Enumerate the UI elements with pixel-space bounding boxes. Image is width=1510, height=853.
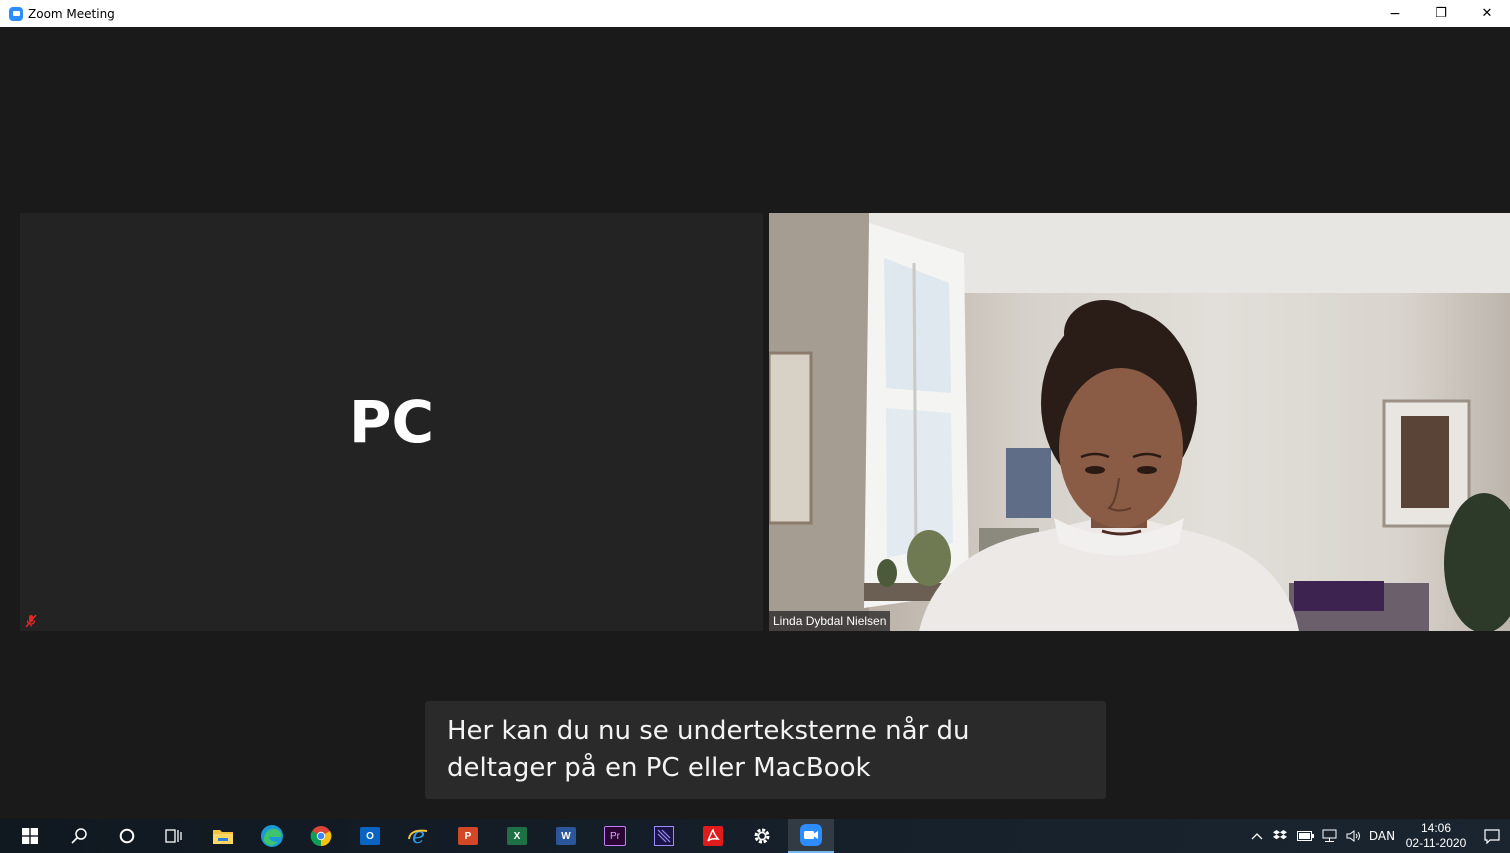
search-button[interactable] [56,819,102,853]
zoom-taskbar-button[interactable] [788,819,834,853]
participant-name-label: Linda Dybdal Nielsen [769,611,891,631]
video-tile-linda[interactable]: Linda Dybdal Nielsen [769,213,1510,631]
closed-caption: Her kan du nu se underteksterne når du d… [425,701,1106,799]
participant-display-name: PC [348,388,435,456]
folder-icon [213,830,233,844]
chrome-icon [310,826,332,847]
volume-icon[interactable] [1344,819,1364,853]
premiere-icon: Pr [604,826,626,846]
chrome-button[interactable] [298,819,344,853]
window-title: Zoom Meeting [28,6,115,21]
start-button[interactable] [7,819,53,853]
zoom-icon [800,824,822,846]
video-tile-pc[interactable]: PC [20,213,763,631]
edge-button[interactable] [249,819,295,853]
outlook-icon: O [360,827,380,845]
clock-time: 14:06 [1420,821,1452,835]
title-bar: Zoom Meeting − ❐ ✕ [0,0,1510,27]
powerpoint-icon: P [458,827,478,845]
file-explorer-button[interactable] [200,819,246,853]
input-language-indicator[interactable]: DAN [1366,819,1398,853]
ie-icon: e [408,825,428,847]
battery-icon[interactable] [1295,819,1315,853]
powerpoint-button[interactable]: P [445,819,491,853]
word-button[interactable]: W [543,819,589,853]
tray-chevron-up-icon[interactable] [1249,819,1265,853]
network-icon[interactable] [1320,819,1340,853]
windows-taskbar: O e P X W Pr DAN 14:06 02-11-2020 [0,819,1510,853]
excel-icon: X [507,827,527,845]
svg-text:e: e [412,825,425,847]
search-icon [71,828,87,844]
internet-explorer-button[interactable]: e [396,819,442,853]
participant-video-feed [769,213,1510,631]
windows-logo-icon [22,828,38,844]
task-view-icon [165,829,182,843]
window-controls: − ❐ ✕ [1372,0,1510,27]
excel-button[interactable]: X [494,819,540,853]
minimize-button[interactable]: − [1372,0,1418,27]
acrobat-button[interactable] [690,819,736,853]
media-encoder-button[interactable] [641,819,687,853]
premiere-button[interactable]: Pr [592,819,638,853]
close-button[interactable]: ✕ [1464,0,1510,27]
edge-icon [261,825,283,847]
outlook-button[interactable]: O [347,819,393,853]
cortana-button[interactable] [104,819,150,853]
media-encoder-icon [654,826,674,846]
meeting-area: PC Linda Dybdal Nielsen Her kan du nu se… [7,27,1510,819]
clock-date: 02-11-2020 [1405,836,1467,850]
restore-button[interactable]: ❐ [1418,0,1464,27]
taskbar-clock[interactable]: 14:06 02-11-2020 [1401,821,1471,851]
mic-muted-icon [25,614,37,628]
circle-icon [119,828,135,844]
settings-button[interactable] [739,819,785,853]
dropbox-icon[interactable] [1271,819,1289,853]
notification-center-icon[interactable] [1478,819,1506,853]
task-view-button[interactable] [151,819,197,853]
word-icon: W [556,827,576,845]
acrobat-icon [703,826,723,846]
gear-icon [754,828,770,844]
zoom-app-icon [9,6,23,21]
